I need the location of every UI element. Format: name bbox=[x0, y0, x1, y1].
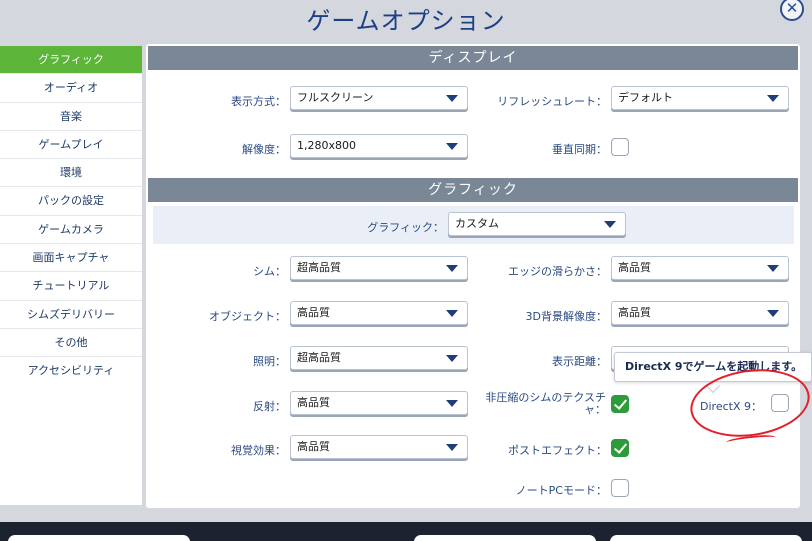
footer-button-right[interactable] bbox=[610, 535, 802, 541]
bg3d-resolution-dropdown[interactable]: 高品質 bbox=[611, 301, 789, 325]
chevron-down-icon bbox=[446, 355, 458, 362]
chevron-down-icon bbox=[446, 310, 458, 317]
edge-smoothing-label: エッジの滑らかさ： bbox=[508, 265, 607, 278]
chevron-down-icon bbox=[767, 95, 779, 102]
post-effects-label: ポストエフェクト： bbox=[508, 444, 607, 457]
reflection-label: 反射： bbox=[253, 400, 286, 413]
uncompressed-textures-checkbox[interactable] bbox=[611, 395, 629, 413]
graphics-preset-dropdown[interactable]: カスタム bbox=[448, 212, 626, 236]
graphics-preset-label: グラフィック： bbox=[367, 221, 444, 234]
sim-label: シム： bbox=[253, 265, 286, 278]
object-quality-dropdown[interactable]: 高品質 bbox=[290, 301, 468, 325]
sidebar: グラフィック オーディオ 音楽 ゲームプレイ 環境 パックの設定 ゲームカメラ … bbox=[0, 46, 142, 386]
sidebar-item-graphics[interactable]: グラフィック bbox=[0, 46, 142, 75]
lighting-dropdown[interactable]: 超高品質 bbox=[290, 346, 468, 370]
uncompressed-textures-label: 非圧縮のシムのテクスチャ： bbox=[485, 391, 606, 416]
refresh-rate-value: デフォルト bbox=[618, 91, 673, 104]
graphics-preset-value: カスタム bbox=[455, 217, 499, 230]
laptop-mode-label: ノートPCモード： bbox=[515, 484, 607, 497]
resolution-label: 解像度： bbox=[242, 143, 286, 156]
edge-smoothing-dropdown[interactable]: 高品質 bbox=[611, 256, 789, 280]
sim-quality-value: 超高品質 bbox=[297, 261, 341, 274]
sidebar-item-accessibility[interactable]: アクセシビリティ bbox=[0, 357, 142, 386]
sidebar-item-music[interactable]: 音楽 bbox=[0, 102, 142, 131]
sidebar-item-delivery[interactable]: シムズデリバリー bbox=[0, 300, 142, 329]
lighting-value: 超高品質 bbox=[297, 351, 341, 364]
sidebar-item-environment[interactable]: 環境 bbox=[0, 159, 142, 188]
chevron-down-icon bbox=[767, 310, 779, 317]
display-section-header: ディスプレイ bbox=[148, 46, 798, 70]
chevron-down-icon bbox=[446, 95, 458, 102]
footer-button-left[interactable] bbox=[8, 535, 190, 541]
object-quality-value: 高品質 bbox=[297, 306, 330, 319]
vsync-label: 垂直同期： bbox=[552, 143, 607, 156]
resolution-dropdown[interactable]: 1,280x800 bbox=[290, 134, 468, 158]
sidebar-item-screen-capture[interactable]: 画面キャプチャ bbox=[0, 244, 142, 273]
chevron-down-icon bbox=[446, 143, 458, 150]
display-mode-value: フルスクリーン bbox=[297, 91, 374, 104]
object-label: オブジェクト： bbox=[209, 310, 286, 323]
sidebar-item-camera[interactable]: ゲームカメラ bbox=[0, 215, 142, 245]
post-effects-checkbox[interactable] bbox=[611, 439, 629, 457]
sidebar-item-other[interactable]: その他 bbox=[0, 328, 142, 358]
chevron-down-icon bbox=[604, 221, 616, 228]
sim-quality-dropdown[interactable]: 超高品質 bbox=[290, 256, 468, 280]
chevron-down-icon bbox=[446, 444, 458, 451]
resolution-value: 1,280x800 bbox=[297, 139, 356, 152]
sidebar-item-audio[interactable]: オーディオ bbox=[0, 74, 142, 103]
sidebar-item-pack-settings[interactable]: パックの設定 bbox=[0, 187, 142, 216]
laptop-mode-checkbox[interactable] bbox=[611, 479, 629, 497]
bg3d-resolution-label: 3D背景解像度： bbox=[525, 310, 607, 323]
chevron-down-icon bbox=[446, 265, 458, 272]
vsync-checkbox[interactable] bbox=[611, 138, 629, 156]
chevron-down-icon bbox=[446, 400, 458, 407]
visual-effects-value: 高品質 bbox=[297, 440, 330, 453]
display-mode-label: 表示方式： bbox=[231, 95, 286, 108]
reflection-dropdown[interactable]: 高品質 bbox=[290, 391, 468, 415]
display-mode-dropdown[interactable]: フルスクリーン bbox=[290, 86, 468, 110]
footer-button-middle[interactable] bbox=[414, 535, 596, 541]
sidebar-background bbox=[0, 385, 142, 505]
edge-smoothing-value: 高品質 bbox=[618, 261, 651, 274]
sidebar-item-tutorial[interactable]: チュートリアル bbox=[0, 272, 142, 301]
view-distance-label: 表示距離： bbox=[552, 355, 607, 368]
bg3d-resolution-value: 高品質 bbox=[618, 306, 651, 319]
chevron-down-icon bbox=[767, 265, 779, 272]
refresh-rate-dropdown[interactable]: デフォルト bbox=[611, 86, 789, 110]
sidebar-item-gameplay[interactable]: ゲームプレイ bbox=[0, 130, 142, 160]
visual-effects-dropdown[interactable]: 高品質 bbox=[290, 435, 468, 459]
graphics-section-header: グラフィック bbox=[148, 178, 798, 202]
lighting-label: 照明： bbox=[253, 355, 286, 368]
refresh-rate-label: リフレッシュレート： bbox=[497, 95, 607, 108]
visual-effects-label: 視覚効果： bbox=[231, 444, 286, 457]
reflection-value: 高品質 bbox=[297, 396, 330, 409]
page-title: ゲームオプション bbox=[306, 7, 506, 35]
